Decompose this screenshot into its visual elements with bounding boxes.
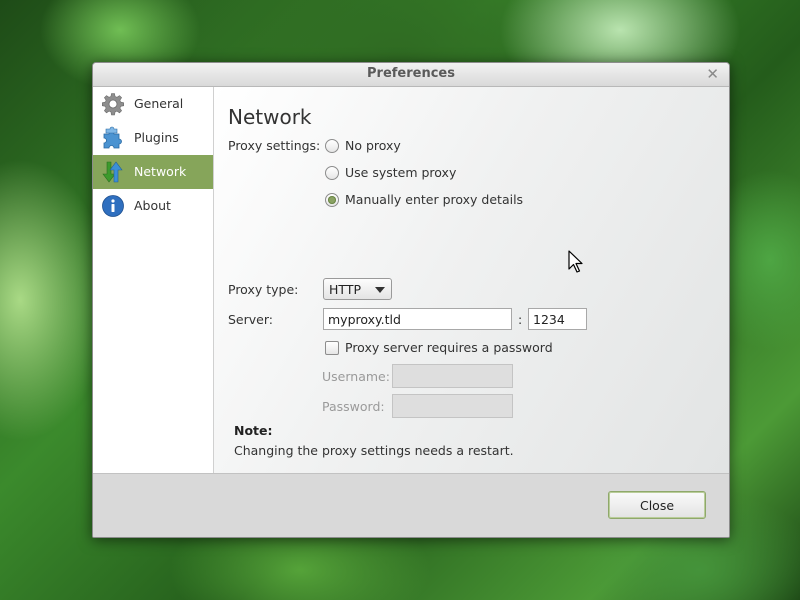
no-proxy-label[interactable]: No proxy: [345, 138, 401, 153]
sidebar-item-label: Plugins: [134, 130, 179, 145]
proxy-settings-label: Proxy settings:: [228, 138, 321, 153]
username-label: Username:: [322, 369, 390, 384]
server-label: Server:: [228, 312, 273, 327]
page-title: Network: [228, 105, 312, 129]
proxy-type-dropdown[interactable]: HTTP: [323, 278, 392, 300]
sidebar-item-label: General: [134, 96, 184, 111]
network-arrows-icon: [102, 161, 123, 183]
sidebar: General Plugins Network About: [93, 87, 214, 473]
sidebar-item-network[interactable]: Network: [93, 155, 213, 189]
port-input[interactable]: [528, 308, 587, 330]
no-proxy-radio[interactable]: [325, 139, 339, 153]
server-input[interactable]: [323, 308, 512, 330]
close-button[interactable]: Close: [608, 491, 706, 519]
sidebar-item-label: About: [134, 198, 171, 213]
port-separator: :: [518, 312, 523, 327]
proxy-type-value: HTTP: [329, 282, 361, 297]
manual-proxy-label[interactable]: Manually enter proxy details: [345, 192, 523, 207]
gear-icon: [102, 93, 124, 116]
system-proxy-label[interactable]: Use system proxy: [345, 165, 456, 180]
chevron-down-icon: [375, 287, 385, 293]
info-icon: [102, 195, 124, 217]
title-bar[interactable]: Preferences ✕: [93, 63, 729, 87]
note-text: Changing the proxy settings needs a rest…: [234, 443, 514, 458]
proxy-type-label: Proxy type:: [228, 282, 299, 297]
window-close-icon[interactable]: ✕: [706, 65, 719, 83]
dialog-footer: Close: [93, 473, 729, 537]
system-proxy-radio[interactable]: [325, 166, 339, 180]
password-field: [392, 394, 513, 418]
sidebar-item-plugins[interactable]: Plugins: [93, 121, 213, 155]
auth-checkbox-label[interactable]: Proxy server requires a password: [345, 340, 553, 355]
note-title: Note:: [234, 423, 273, 438]
network-panel: Network Proxy settings: No proxy Use sys…: [214, 87, 729, 473]
sidebar-item-label: Network: [134, 164, 187, 179]
auth-checkbox[interactable]: [325, 341, 339, 355]
manual-proxy-radio[interactable]: [325, 193, 339, 207]
sidebar-item-about[interactable]: About: [93, 189, 213, 223]
password-label: Password:: [322, 399, 385, 414]
username-field: [392, 364, 513, 388]
sidebar-item-general[interactable]: General: [93, 87, 213, 121]
window-title: Preferences: [367, 66, 455, 81]
mouse-pointer-icon: [568, 250, 583, 273]
puzzle-icon: [103, 126, 122, 149]
preferences-window: Preferences ✕ General Plugins Network Ab…: [92, 62, 730, 538]
